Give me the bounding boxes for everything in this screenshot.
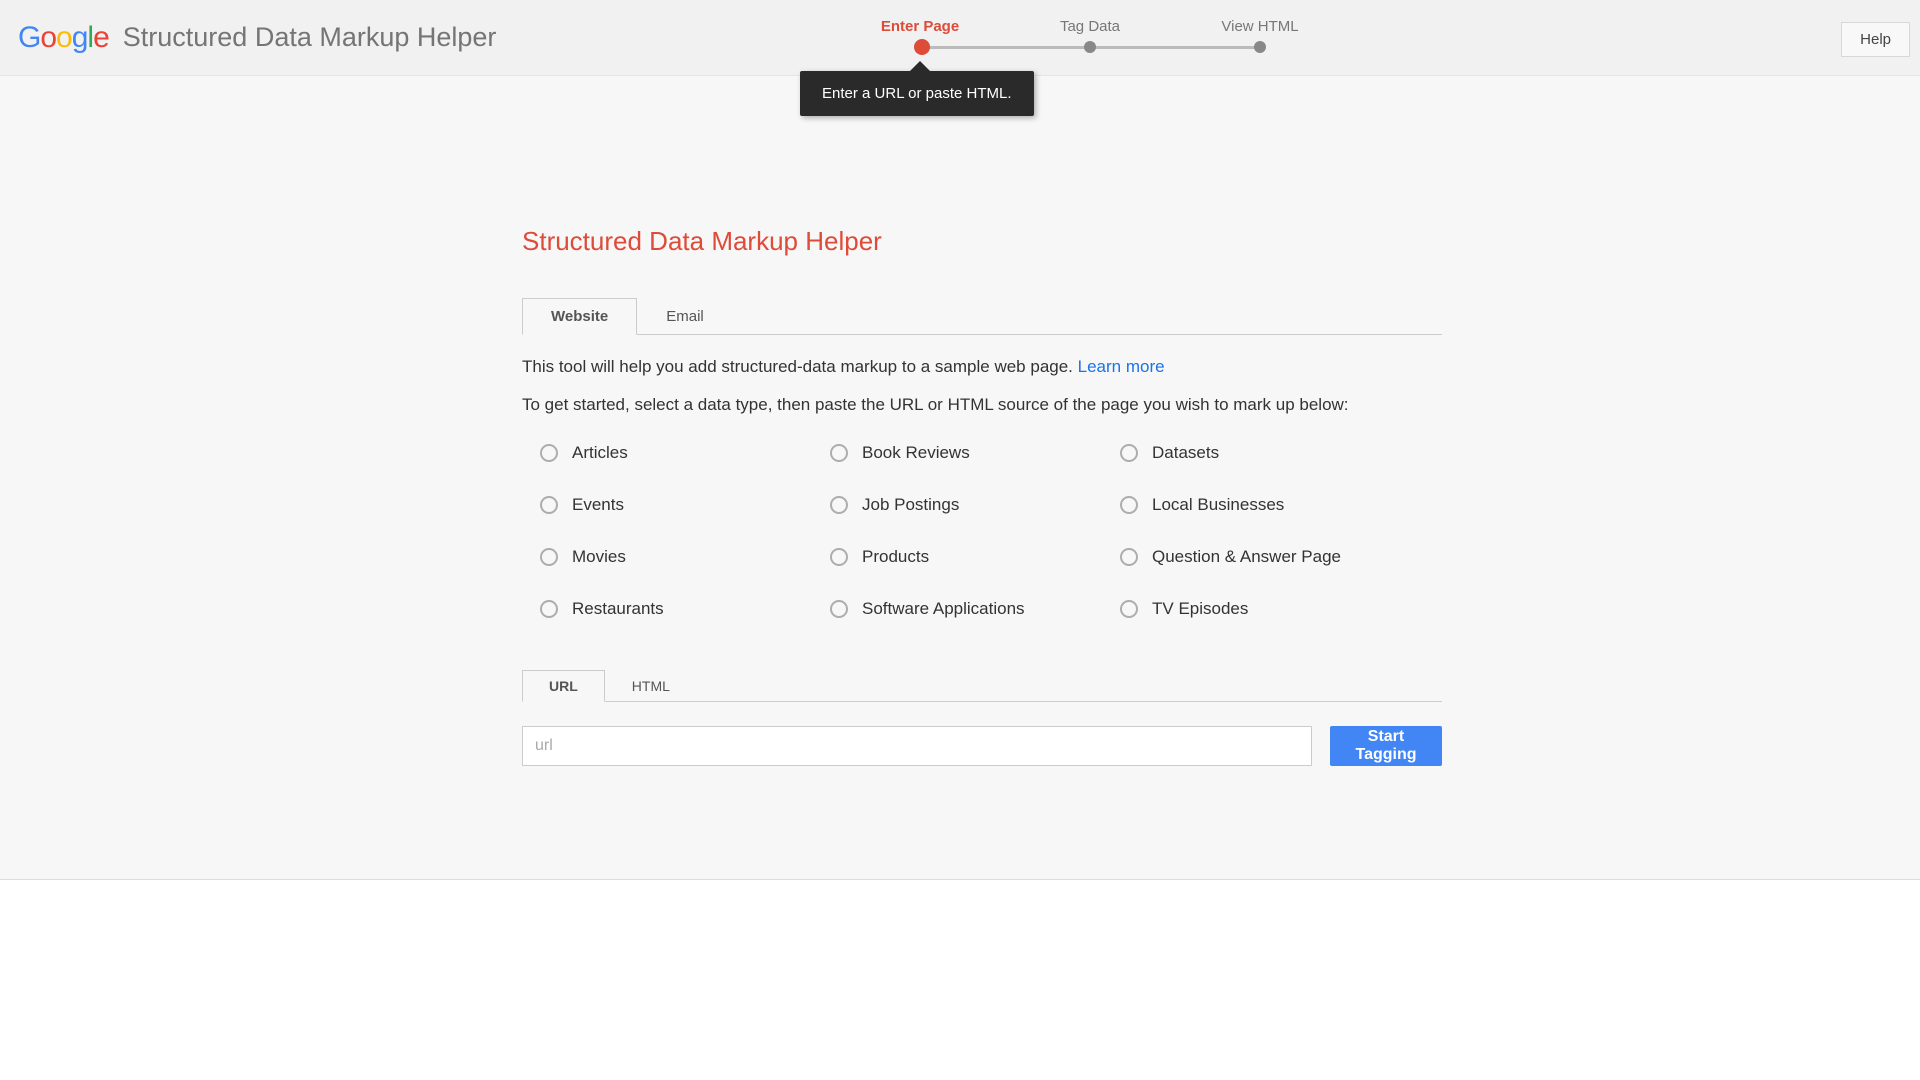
radio-label: Restaurants xyxy=(572,599,664,619)
intro-copy: This tool will help you add structured-d… xyxy=(522,357,1078,376)
tab-email[interactable]: Email xyxy=(637,298,733,335)
radio-local-businesses[interactable]: Local Businesses xyxy=(1120,495,1410,515)
tab-website[interactable]: Website xyxy=(522,298,637,335)
tab-url[interactable]: URL xyxy=(522,670,605,702)
app-header: Google Structured Data Markup Helper Ent… xyxy=(0,0,1920,76)
radio-label: Question & Answer Page xyxy=(1152,547,1341,567)
progress-stepper: Enter Page Tag Data View HTML xyxy=(860,18,1320,55)
input-row: Start Tagging xyxy=(522,726,1442,766)
google-logo: Google xyxy=(18,21,109,55)
radio-movies[interactable]: Movies xyxy=(540,547,830,567)
content-panel: Structured Data Markup Helper Website Em… xyxy=(522,226,1442,766)
instruction-text: To get started, select a data type, then… xyxy=(522,395,1442,415)
page-title: Structured Data Markup Helper xyxy=(522,226,1442,257)
radio-icon xyxy=(830,600,848,618)
radio-label: Software Applications xyxy=(862,599,1025,619)
radio-products[interactable]: Products xyxy=(830,547,1120,567)
step-enter-page[interactable]: Enter Page xyxy=(860,18,980,35)
logo-area: Google Structured Data Markup Helper xyxy=(0,21,496,55)
radio-icon xyxy=(540,496,558,514)
radio-label: Movies xyxy=(572,547,626,567)
radio-icon xyxy=(830,548,848,566)
radio-events[interactable]: Events xyxy=(540,495,830,515)
radio-icon xyxy=(540,444,558,462)
step-dot-active xyxy=(914,39,930,55)
step-view-html[interactable]: View HTML xyxy=(1200,18,1320,35)
radio-label: TV Episodes xyxy=(1152,599,1248,619)
url-input[interactable] xyxy=(522,726,1312,766)
radio-label: Book Reviews xyxy=(862,443,970,463)
radio-icon xyxy=(1120,444,1138,462)
radio-qa-page[interactable]: Question & Answer Page xyxy=(1120,547,1410,567)
radio-label: Articles xyxy=(572,443,628,463)
radio-icon xyxy=(1120,496,1138,514)
radio-datasets[interactable]: Datasets xyxy=(1120,443,1410,463)
radio-job-postings[interactable]: Job Postings xyxy=(830,495,1120,515)
radio-restaurants[interactable]: Restaurants xyxy=(540,599,830,619)
tab-html[interactable]: HTML xyxy=(605,670,697,702)
start-tagging-button[interactable]: Start Tagging xyxy=(1330,726,1442,766)
radio-book-reviews[interactable]: Book Reviews xyxy=(830,443,1120,463)
radio-icon xyxy=(540,548,558,566)
radio-label: Datasets xyxy=(1152,443,1219,463)
input-tabs: URL HTML xyxy=(522,669,1442,702)
radio-icon xyxy=(830,496,848,514)
radio-icon xyxy=(830,444,848,462)
radio-tv-episodes[interactable]: TV Episodes xyxy=(1120,599,1410,619)
radio-label: Job Postings xyxy=(862,495,959,515)
type-tabs: Website Email xyxy=(522,297,1442,335)
stepper-tooltip: Enter a URL or paste HTML. xyxy=(800,71,1034,116)
intro-text: This tool will help you add structured-d… xyxy=(522,357,1442,377)
radio-icon xyxy=(1120,600,1138,618)
radio-label: Products xyxy=(862,547,929,567)
step-tag-data[interactable]: Tag Data xyxy=(1030,18,1150,35)
radio-articles[interactable]: Articles xyxy=(540,443,830,463)
data-type-grid: Articles Book Reviews Datasets Events Jo… xyxy=(522,443,1442,619)
step-dot xyxy=(1084,41,1096,53)
radio-label: Events xyxy=(572,495,624,515)
step-dot xyxy=(1254,41,1266,53)
radio-software-applications[interactable]: Software Applications xyxy=(830,599,1120,619)
radio-label: Local Businesses xyxy=(1152,495,1284,515)
help-button[interactable]: Help xyxy=(1841,22,1910,57)
radio-icon xyxy=(540,600,558,618)
app-title: Structured Data Markup Helper xyxy=(123,22,497,53)
learn-more-link[interactable]: Learn more xyxy=(1078,357,1165,376)
radio-icon xyxy=(1120,548,1138,566)
step-track xyxy=(860,41,1320,55)
main-area: Structured Data Markup Helper Website Em… xyxy=(0,76,1920,880)
step-labels: Enter Page Tag Data View HTML xyxy=(860,18,1320,35)
